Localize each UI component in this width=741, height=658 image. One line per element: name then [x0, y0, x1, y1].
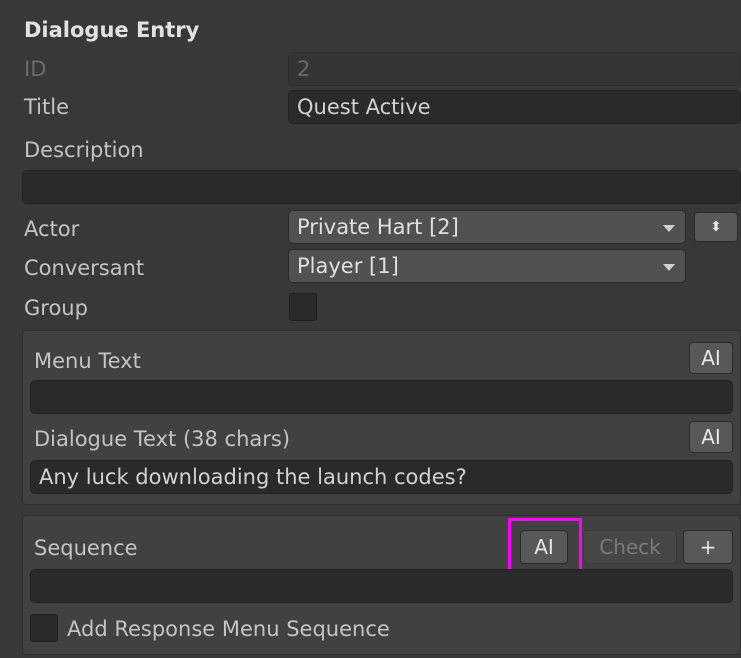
sequence-add-button[interactable]: + [683, 530, 733, 564]
group-checkbox[interactable] [289, 293, 317, 321]
actor-dropdown[interactable]: Private Hart [2] [288, 210, 686, 244]
actor-dropdown-value: Private Hart [2] [297, 215, 459, 239]
group-label: Group [24, 296, 88, 320]
section-title: Dialogue Entry [24, 18, 200, 42]
dialogue-text-ai-button[interactable]: AI [689, 421, 733, 453]
dialogue-text-field[interactable]: Any luck downloading the launch codes? [30, 460, 733, 494]
title-label: Title [24, 95, 70, 119]
response-menu-checkbox[interactable] [30, 614, 58, 642]
actor-swap-button[interactable]: ⬍ [694, 212, 738, 242]
menu-text-field[interactable] [30, 380, 733, 414]
menu-text-label: Menu Text [34, 349, 141, 373]
sequence-ai-highlight [508, 518, 582, 574]
id-field: 2 [288, 52, 741, 86]
title-field[interactable]: Quest Active [288, 90, 741, 124]
id-label: ID [24, 57, 47, 81]
actor-label: Actor [24, 217, 80, 241]
conversant-dropdown-value: Player [1] [297, 254, 399, 278]
description-label: Description [24, 138, 144, 162]
menu-text-ai-button[interactable]: AI [689, 342, 733, 374]
sequence-label: Sequence [34, 536, 138, 560]
conversant-label: Conversant [24, 256, 145, 280]
sequence-field[interactable] [30, 569, 733, 603]
updown-arrows-icon: ⬍ [710, 219, 722, 235]
sequence-check-button[interactable]: Check [583, 530, 677, 564]
triangle-down-icon [663, 264, 675, 271]
description-field[interactable] [22, 170, 741, 204]
triangle-down-icon [663, 225, 675, 232]
response-menu-label: Add Response Menu Sequence [67, 617, 390, 641]
conversant-dropdown[interactable]: Player [1] [288, 249, 686, 283]
dialogue-text-label: Dialogue Text (38 chars) [34, 427, 291, 451]
